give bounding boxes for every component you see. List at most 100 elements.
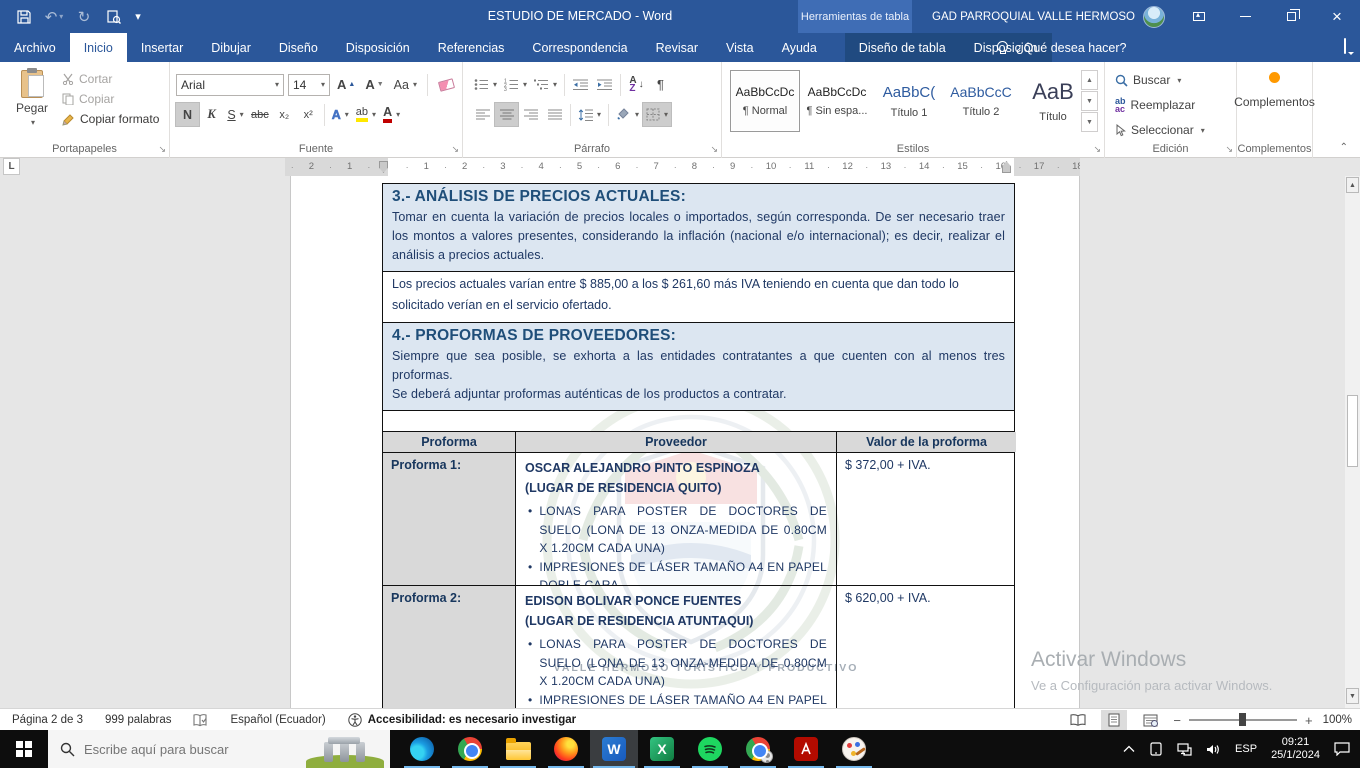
numbering-button[interactable]: 1 2 3 ▾ [501, 73, 530, 96]
tab-ayuda[interactable]: Ayuda [768, 33, 831, 62]
ribbon-display-options-icon[interactable] [1176, 0, 1222, 33]
taskbar-excel[interactable] [638, 730, 686, 768]
start-button[interactable] [0, 730, 48, 768]
clear-formatting-button[interactable] [435, 73, 458, 96]
zoom-in-icon[interactable]: + [1305, 713, 1313, 728]
styles-scroll-down-icon[interactable]: ▼ [1081, 91, 1098, 111]
select-button[interactable]: Seleccionar ▾ [1115, 120, 1205, 140]
style-titulo-2[interactable]: AaBbCcC Título 2 [946, 70, 1016, 132]
styles-dialog-launcher-icon[interactable]: ↘ [1093, 144, 1101, 155]
change-case-button[interactable]: Aa ▾ [391, 73, 420, 96]
read-mode-icon[interactable] [1065, 710, 1091, 730]
sort-button[interactable]: A Z ↓ [625, 73, 648, 96]
font-family-combo[interactable]: Arial ▾ [176, 73, 284, 96]
shading-button[interactable]: ▾ [613, 103, 642, 126]
share-comments-icon[interactable] [1344, 38, 1346, 54]
tray-tablet-mode-icon[interactable] [1149, 742, 1163, 756]
zoom-thumb[interactable] [1238, 713, 1246, 727]
zoom-track[interactable] [1188, 713, 1297, 727]
tray-language-badge[interactable]: ESP [1235, 743, 1257, 755]
notification-center-icon[interactable] [1334, 742, 1350, 756]
line-spacing-button[interactable]: ▾ [575, 103, 604, 126]
styles-scroll-up-icon[interactable]: ▲ [1081, 70, 1098, 90]
decrease-indent-button[interactable] [569, 73, 592, 96]
zoom-out-icon[interactable]: − [1173, 713, 1181, 728]
tab-revisar[interactable]: Revisar [642, 33, 712, 62]
document-page[interactable]: VALLE HERMOSO TURÍSTICO Y PRODUCTIVO 3.-… [290, 176, 1080, 708]
bold-button[interactable]: N [175, 102, 200, 127]
clipboard-dialog-launcher-icon[interactable]: ↘ [158, 144, 166, 155]
justify-button[interactable] [543, 103, 566, 126]
language-indicator[interactable]: Español (Ecuador) [230, 714, 325, 726]
grow-font-button[interactable]: A ▲ [334, 73, 358, 96]
scroll-down-icon[interactable]: ▼ [1346, 688, 1359, 704]
replace-button[interactable]: ab ac Reemplazar [1115, 95, 1205, 115]
account-avatar[interactable] [1143, 5, 1166, 28]
italic-button[interactable]: K [200, 103, 223, 126]
scroll-up-icon[interactable]: ▲ [1346, 177, 1359, 193]
taskbar-chrome-profile[interactable] [734, 730, 782, 768]
web-layout-icon[interactable] [1137, 710, 1163, 730]
word-count[interactable]: 999 palabras [105, 714, 172, 726]
tab-inicio[interactable]: Inicio [69, 33, 127, 62]
zoom-level[interactable]: 100% [1323, 714, 1352, 726]
tray-network-icon[interactable] [1177, 742, 1192, 756]
subscript-button[interactable]: x₂ [273, 103, 296, 126]
search-highlight-image[interactable] [302, 732, 388, 768]
addins-button[interactable]: Complementos [1234, 72, 1315, 109]
tab-diseno[interactable]: Diseño [265, 33, 332, 62]
close-icon[interactable]: × [1314, 0, 1360, 33]
editing-dialog-launcher-icon[interactable]: ↘ [1225, 144, 1233, 155]
cut-button[interactable]: Cortar [62, 72, 159, 86]
find-button[interactable]: Buscar ▾ [1115, 70, 1205, 90]
proformas-table[interactable]: Proforma Proveedor Valor de la proforma … [382, 431, 1016, 708]
taskbar-search-box[interactable] [48, 730, 390, 768]
tab-disposicion[interactable]: Disposición [332, 33, 424, 62]
taskbar-word-active[interactable] [590, 730, 638, 768]
align-right-button[interactable] [519, 103, 542, 126]
multilevel-list-button[interactable]: ▾ [531, 73, 560, 96]
underline-button[interactable]: S ▾ [224, 103, 247, 126]
style-titulo[interactable]: AaB Título [1018, 70, 1088, 132]
styles-gallery-more-icon[interactable]: ▼ [1081, 112, 1098, 132]
shrink-font-button[interactable]: A ▼ [362, 73, 386, 96]
align-center-button[interactable] [494, 102, 519, 127]
minimize-icon[interactable] [1222, 0, 1268, 33]
paste-button[interactable]: Pegar ▾ [10, 68, 54, 142]
accessibility-status[interactable]: Accesibilidad: es necesario investigar [348, 713, 576, 727]
scrollbar-thumb[interactable] [1347, 395, 1358, 467]
print-layout-icon[interactable] [1101, 710, 1128, 730]
font-color-button[interactable]: A ▾ [380, 103, 403, 126]
taskbar-firefox[interactable] [542, 730, 590, 768]
superscript-button[interactable]: x² [297, 103, 320, 126]
taskbar-edge[interactable] [398, 730, 446, 768]
text-effects-button[interactable]: A ▾ [329, 103, 352, 126]
collapse-ribbon-icon[interactable]: ⌃ [1340, 142, 1348, 153]
increase-indent-button[interactable] [593, 73, 616, 96]
tab-dibujar[interactable]: Dibujar [197, 33, 265, 62]
tab-referencias[interactable]: Referencias [424, 33, 519, 62]
page-indicator[interactable]: Página 2 de 3 [12, 714, 83, 726]
taskbar-acrobat[interactable] [782, 730, 830, 768]
tray-clock[interactable]: 09:21 25/1/2024 [1271, 736, 1320, 762]
style-sin-espaciado[interactable]: AaBbCcDc ¶ Sin espa... [802, 70, 872, 132]
copy-button[interactable]: Copiar [62, 92, 159, 106]
align-left-button[interactable] [471, 103, 494, 126]
taskbar-paint[interactable] [830, 730, 878, 768]
tab-vista[interactable]: Vista [712, 33, 768, 62]
taskbar-chrome[interactable] [446, 730, 494, 768]
tell-me-box[interactable]: ¿Qué desea hacer? [995, 33, 1127, 62]
search-input[interactable] [84, 741, 284, 757]
account-info[interactable]: GAD PARROQUIAL VALLE HERMOSO [932, 0, 1166, 33]
format-painter-button[interactable]: Copiar formato [62, 112, 159, 126]
tray-volume-icon[interactable] [1206, 743, 1221, 756]
horizontal-ruler[interactable]: 21123456789101112131415161718···········… [285, 158, 1080, 176]
paragraph-dialog-launcher-icon[interactable]: ↘ [710, 144, 718, 155]
taskbar-file-explorer[interactable] [494, 730, 542, 768]
qat-customize-icon[interactable]: ▾ [130, 3, 146, 31]
vertical-scrollbar[interactable]: ▲ ▼ [1345, 176, 1360, 708]
highlight-button[interactable]: ab ▾ [353, 103, 379, 126]
document-content[interactable]: 3.- ANÁLISIS DE PRECIOS ACTUALES: Tomar … [382, 183, 1016, 708]
font-dialog-launcher-icon[interactable]: ↘ [451, 144, 459, 155]
taskbar-spotify[interactable] [686, 730, 734, 768]
